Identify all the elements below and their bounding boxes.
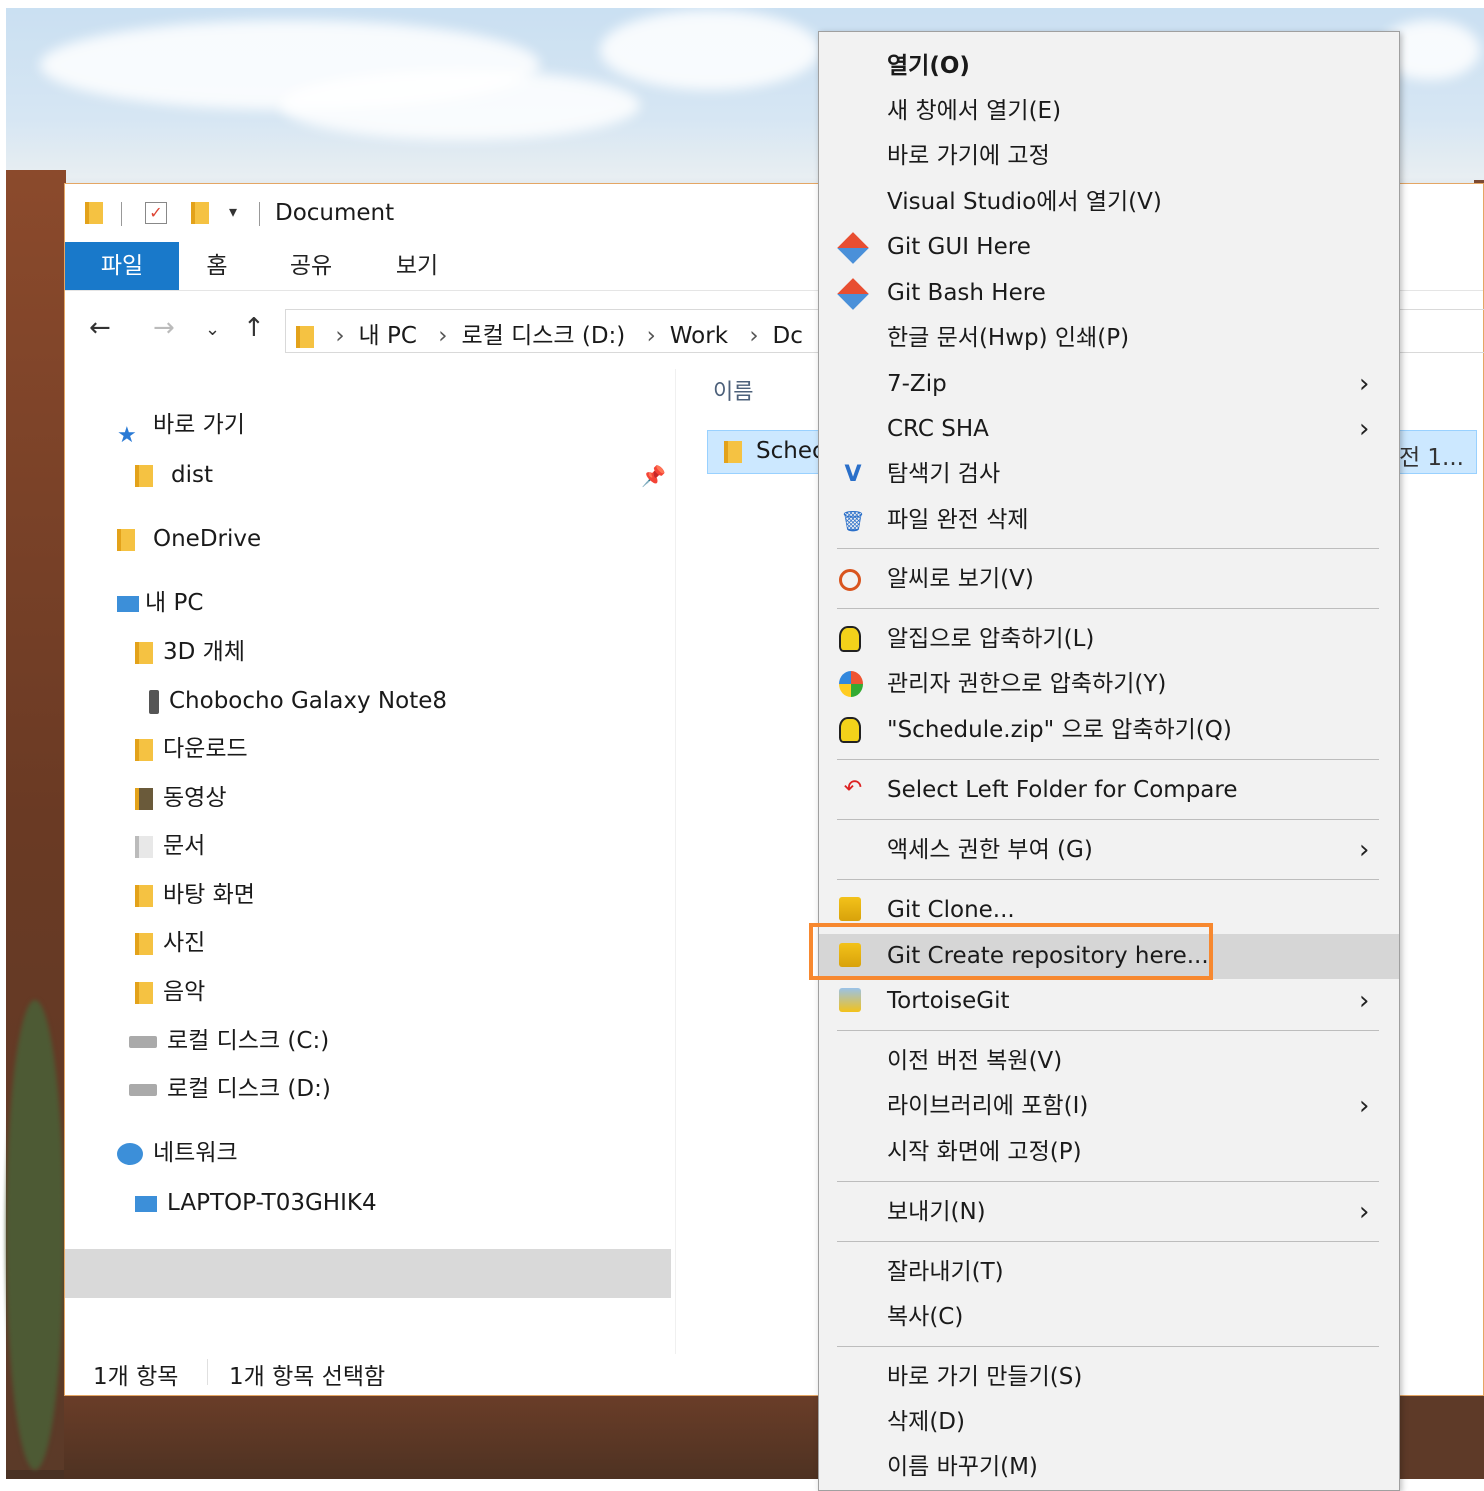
network-icon: [117, 1142, 143, 1165]
menu-7zip[interactable]: 7-Zip ›: [819, 362, 1399, 407]
menu-tortoisegit[interactable]: TortoiseGit ›: [819, 979, 1399, 1024]
quick-access-dropdown-icon[interactable]: ▾: [229, 202, 237, 221]
menu-scan[interactable]: V 탐색기 검사: [819, 452, 1399, 497]
menu-hwp-print[interactable]: 한글 문서(Hwp) 인쇄(P): [819, 316, 1399, 361]
annotation-highlight-box: [809, 923, 1213, 980]
phone-icon: [149, 689, 159, 714]
tab-home[interactable]: 홈: [195, 242, 239, 290]
nav-laptop[interactable]: LAPTOP-T03GHIK4: [135, 1180, 377, 1226]
admin-shield-icon: [839, 671, 863, 697]
computer-icon: [117, 595, 139, 612]
alzip-icon: [839, 626, 861, 652]
chevron-right-icon: ›: [1359, 835, 1370, 865]
nav-music[interactable]: 음악: [135, 969, 205, 1015]
nav-downloads[interactable]: 다운로드: [135, 726, 248, 772]
menu-restore-previous[interactable]: 이전 버전 복원(V): [819, 1039, 1399, 1084]
menu-pin-start[interactable]: 시작 화면에 고정(P): [819, 1130, 1399, 1175]
menu-alzip-compress[interactable]: 알집으로 압축하기(L): [819, 617, 1399, 662]
alsee-icon: [839, 569, 861, 591]
pin-icon[interactable]: 📌: [641, 464, 666, 488]
menu-open-visual-studio[interactable]: Visual Studio에서 열기(V): [819, 180, 1399, 225]
menu-open[interactable]: 열기(O): [819, 44, 1399, 89]
menu-shred[interactable]: 🗑 파일 완전 삭제: [819, 498, 1399, 543]
nav-this-pc[interactable]: 내 PC: [117, 580, 203, 626]
menu-admin-compress[interactable]: 관리자 권한으로 압축하기(Y): [819, 662, 1399, 707]
nav-dist[interactable]: dist: [135, 452, 213, 498]
nav-videos[interactable]: 동영상: [135, 775, 226, 821]
new-folder-icon[interactable]: [191, 202, 209, 224]
nav-onedrive[interactable]: OneDrive: [117, 516, 261, 562]
status-selected-count: 1개 항목 선택함: [229, 1364, 386, 1390]
navigation-pane: ★ 바로 가기 dist 📌 OneDrive 내 PC 3D 개체 Choboc…: [65, 369, 671, 1354]
menu-zip-named[interactable]: "Schedule.zip" 으로 압축하기(Q): [819, 708, 1399, 753]
menu-open-new-window[interactable]: 새 창에서 열기(E): [819, 89, 1399, 134]
scan-icon: V: [844, 462, 862, 487]
folder-icon: [724, 441, 742, 463]
column-header-name[interactable]: 이름: [713, 374, 753, 406]
nav-selection-highlight: [65, 1249, 671, 1298]
nav-quick-access[interactable]: ★ 바로 가기: [117, 402, 245, 448]
menu-pin-quick-access[interactable]: 바로 가기에 고정: [819, 134, 1399, 179]
menu-include-library[interactable]: 라이브러리에 포함(I) ›: [819, 1084, 1399, 1129]
breadcrumb-disk-d[interactable]: 로컬 디스크 (D:): [461, 323, 625, 349]
back-arrow-icon[interactable]: ←: [89, 313, 111, 343]
window-title: Document: [275, 200, 395, 226]
nav-disk-c[interactable]: 로컬 디스크 (C:): [129, 1018, 329, 1064]
compare-arrow-icon: ↶: [843, 776, 863, 801]
file-name: Schec: [756, 438, 825, 464]
chevron-right-icon: ›: [1359, 414, 1370, 444]
up-arrow-icon[interactable]: ↑: [243, 313, 265, 343]
menu-crc-sha[interactable]: CRC SHA ›: [819, 407, 1399, 452]
tab-view[interactable]: 보기: [389, 242, 445, 290]
menu-compare[interactable]: ↶ Select Left Folder for Compare: [819, 768, 1399, 813]
menu-send-to[interactable]: 보내기(N) ›: [819, 1190, 1399, 1235]
menu-alsee[interactable]: 알씨로 보기(V): [819, 557, 1399, 602]
menu-delete[interactable]: 삭제(D): [819, 1400, 1399, 1445]
folder-icon: [85, 202, 103, 224]
properties-icon[interactable]: ✓: [145, 202, 167, 224]
drive-icon: [129, 1083, 157, 1096]
tortoisegit-icon: [839, 988, 861, 1012]
nav-documents[interactable]: 문서: [135, 823, 205, 869]
menu-copy[interactable]: 복사(C): [819, 1295, 1399, 1340]
chevron-right-icon: ›: [1359, 1091, 1370, 1121]
nav-disk-d[interactable]: 로컬 디스크 (D:): [129, 1066, 331, 1112]
menu-create-shortcut[interactable]: 바로 가기 만들기(S): [819, 1355, 1399, 1400]
star-icon: ★: [117, 422, 137, 448]
menu-cut[interactable]: 잘라내기(T): [819, 1250, 1399, 1295]
menu-git-gui[interactable]: Git GUI Here: [819, 225, 1399, 270]
menu-rename[interactable]: 이름 바꾸기(M): [819, 1445, 1399, 1490]
nav-3d-objects[interactable]: 3D 개체: [135, 629, 245, 675]
drive-icon: [129, 1035, 157, 1048]
context-menu: 열기(O) 새 창에서 열기(E) 바로 가기에 고정 Visual Studi…: [818, 31, 1400, 1491]
computer-icon: [135, 1195, 157, 1212]
status-item-count: 1개 항목: [93, 1364, 179, 1390]
menu-git-bash[interactable]: Git Bash Here: [819, 271, 1399, 316]
chevron-right-icon: ›: [1359, 369, 1370, 399]
chevron-right-icon: ›: [1359, 986, 1370, 1016]
nav-phone[interactable]: Chobocho Galaxy Note8: [135, 678, 447, 724]
breadcrumb-this-pc[interactable]: 내 PC: [359, 323, 417, 349]
breadcrumb-work[interactable]: Work: [670, 323, 728, 349]
tab-file[interactable]: 파일: [65, 242, 179, 290]
folder-icon: [296, 325, 314, 348]
nav-pictures[interactable]: 사진: [135, 920, 205, 966]
git-icon: [837, 232, 869, 264]
git-icon: [837, 278, 869, 310]
file-date: 전 1...: [1398, 445, 1464, 471]
breadcrumb-document[interactable]: Dc: [773, 323, 803, 349]
forward-arrow-icon[interactable]: →: [153, 313, 175, 343]
tortoise-clone-icon: [839, 897, 861, 921]
shred-icon: 🗑: [840, 509, 866, 533]
menu-grant-access[interactable]: 액세스 권한 부여 (G) ›: [819, 828, 1399, 873]
alzip-icon: [839, 717, 861, 743]
tab-share[interactable]: 공유: [283, 242, 339, 290]
recent-dropdown-icon[interactable]: ⌄: [205, 319, 220, 340]
chevron-right-icon: ›: [1359, 1197, 1370, 1227]
nav-desktop[interactable]: 바탕 화면: [135, 872, 255, 918]
nav-network[interactable]: 네트워크: [117, 1130, 238, 1176]
